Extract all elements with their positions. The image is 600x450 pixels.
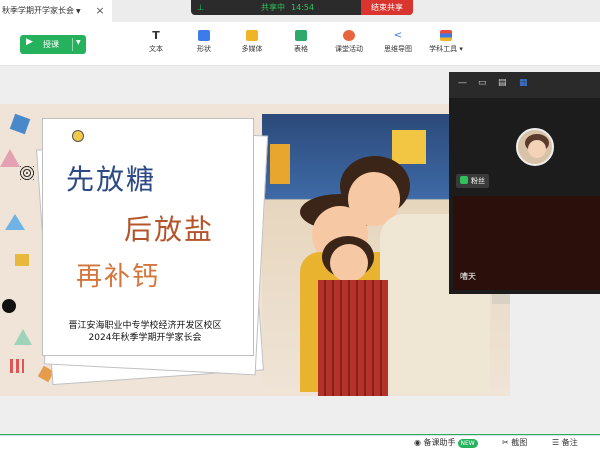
dots-pattern — [20, 166, 34, 180]
tab-title: 秋季学期开学家长会 — [2, 6, 74, 15]
illustration-block — [392, 130, 426, 164]
grid-view-icon[interactable]: ▦ — [519, 78, 528, 88]
participant-name: 嘈天 — [460, 272, 476, 281]
subject-tools-icon — [440, 30, 452, 41]
media-tool-label: 多媒体 — [241, 45, 263, 53]
activity-tool[interactable]: 课堂活动 — [329, 30, 369, 60]
notes-icon: ☰ — [552, 438, 560, 447]
confetti-shape — [0, 149, 20, 167]
assistant-button[interactable]: ◉ 备课助手 NEW — [414, 436, 478, 450]
confetti-shape — [14, 329, 32, 345]
image-icon — [246, 30, 258, 41]
participant-name: 粉丝 — [471, 177, 485, 185]
notes-button[interactable]: ☰ 备注 — [552, 436, 578, 450]
robot-icon: ◉ — [414, 438, 421, 447]
avatar — [516, 128, 554, 166]
screenshot-label: 截图 — [511, 438, 528, 447]
subject-tool[interactable]: 学科工具 ▾ — [424, 30, 468, 60]
close-icon[interactable]: × — [93, 0, 107, 22]
activity-tool-label: 课堂活动 — [335, 45, 363, 53]
table-tool-label: 表格 — [294, 45, 308, 53]
text-tool-label: 文本 — [149, 45, 163, 53]
meeting-title: 2024年秋季学期开学家长会 — [88, 333, 202, 343]
subject-tool-text: 学科工具 — [429, 45, 458, 53]
end-share-button[interactable]: 结束共享 — [361, 0, 413, 15]
share-banner: ⊥ 共享中 14:54 结束共享 — [191, 0, 413, 15]
play-icon: ▶ — [26, 37, 33, 47]
mindmap-icon: < — [393, 30, 403, 41]
participant-tag: 粉丝 — [456, 174, 489, 188]
layout-icon[interactable]: ▤ — [498, 78, 507, 88]
toolbar: ▶ 授课 ▼ T 文本 形状 多媒体 表格 课堂活动 < 思维导图 学科工具 ▾ — [0, 22, 600, 66]
mindmap-tool[interactable]: < 思维导图 — [378, 30, 418, 60]
download-icon[interactable]: ⊥ — [197, 0, 204, 15]
shape-tool-label: 形状 — [197, 45, 211, 53]
mic-icon — [460, 176, 468, 184]
mindmap-tool-label: 思维导图 — [384, 45, 412, 53]
scissors-icon: ✂ — [502, 438, 509, 447]
confetti-shape — [5, 214, 25, 230]
chevron-down-icon[interactable]: ▼ — [76, 39, 81, 46]
confetti-dot — [2, 299, 16, 313]
school-name: 晋江安海职业中专学校经济开发区校区 — [68, 321, 222, 331]
minimize-icon[interactable]: — — [458, 78, 467, 88]
lesson-button[interactable]: ▶ 授课 ▼ — [20, 35, 86, 54]
confetti-shape — [15, 254, 29, 266]
school-caption: 晋江安海职业中专学校经济开发区校区 2024年秋季学期开学家长会 — [40, 320, 250, 344]
divider — [72, 38, 73, 51]
activity-icon — [343, 30, 355, 41]
lesson-label: 授课 — [43, 40, 59, 49]
text-icon: T — [152, 29, 160, 42]
new-badge: NEW — [457, 439, 478, 448]
illustration-face — [330, 244, 368, 282]
share-status: 共享中 — [261, 3, 285, 12]
notes-label: 备注 — [561, 438, 578, 447]
confetti-shape — [9, 113, 31, 135]
subject-tool-label: 学科工具 ▾ — [429, 45, 463, 53]
shape-tool[interactable]: 形状 — [184, 30, 224, 60]
app-window: 秋季学期开学家长会 ▼ × ⊥ 共享中 14:54 结束共享 ▶ 授课 ▼ T 文… — [0, 0, 600, 450]
shape-icon — [198, 30, 210, 41]
media-tool[interactable]: 多媒体 — [232, 30, 272, 60]
stripe-pattern — [10, 359, 24, 373]
window-icon[interactable]: ▭ — [478, 78, 487, 88]
screenshot-button[interactable]: ✂ 截图 — [502, 436, 527, 450]
table-icon — [295, 30, 307, 41]
assistant-label: 备课助手 — [423, 438, 456, 447]
pushpin-icon — [72, 130, 84, 142]
illustration-block — [270, 144, 290, 184]
table-tool[interactable]: 表格 — [281, 30, 321, 60]
status-bar: ◉ 备课助手 NEW ✂ 截图 ☰ 备注 — [0, 435, 600, 450]
slide-line-sugar: 先放糖 — [66, 163, 157, 196]
slide-line-calcium: 再补钙 — [76, 262, 161, 292]
avatar-face — [528, 140, 546, 158]
video-panel-toolbar: — ▭ ▤ ▦ — [449, 72, 600, 98]
illustration-body — [318, 280, 388, 396]
text-tool[interactable]: T 文本 — [136, 30, 176, 60]
share-time: 14:54 — [291, 3, 315, 12]
slide-line-salt: 后放盐 — [124, 213, 215, 246]
chevron-down-icon[interactable]: ▼ — [76, 8, 81, 15]
